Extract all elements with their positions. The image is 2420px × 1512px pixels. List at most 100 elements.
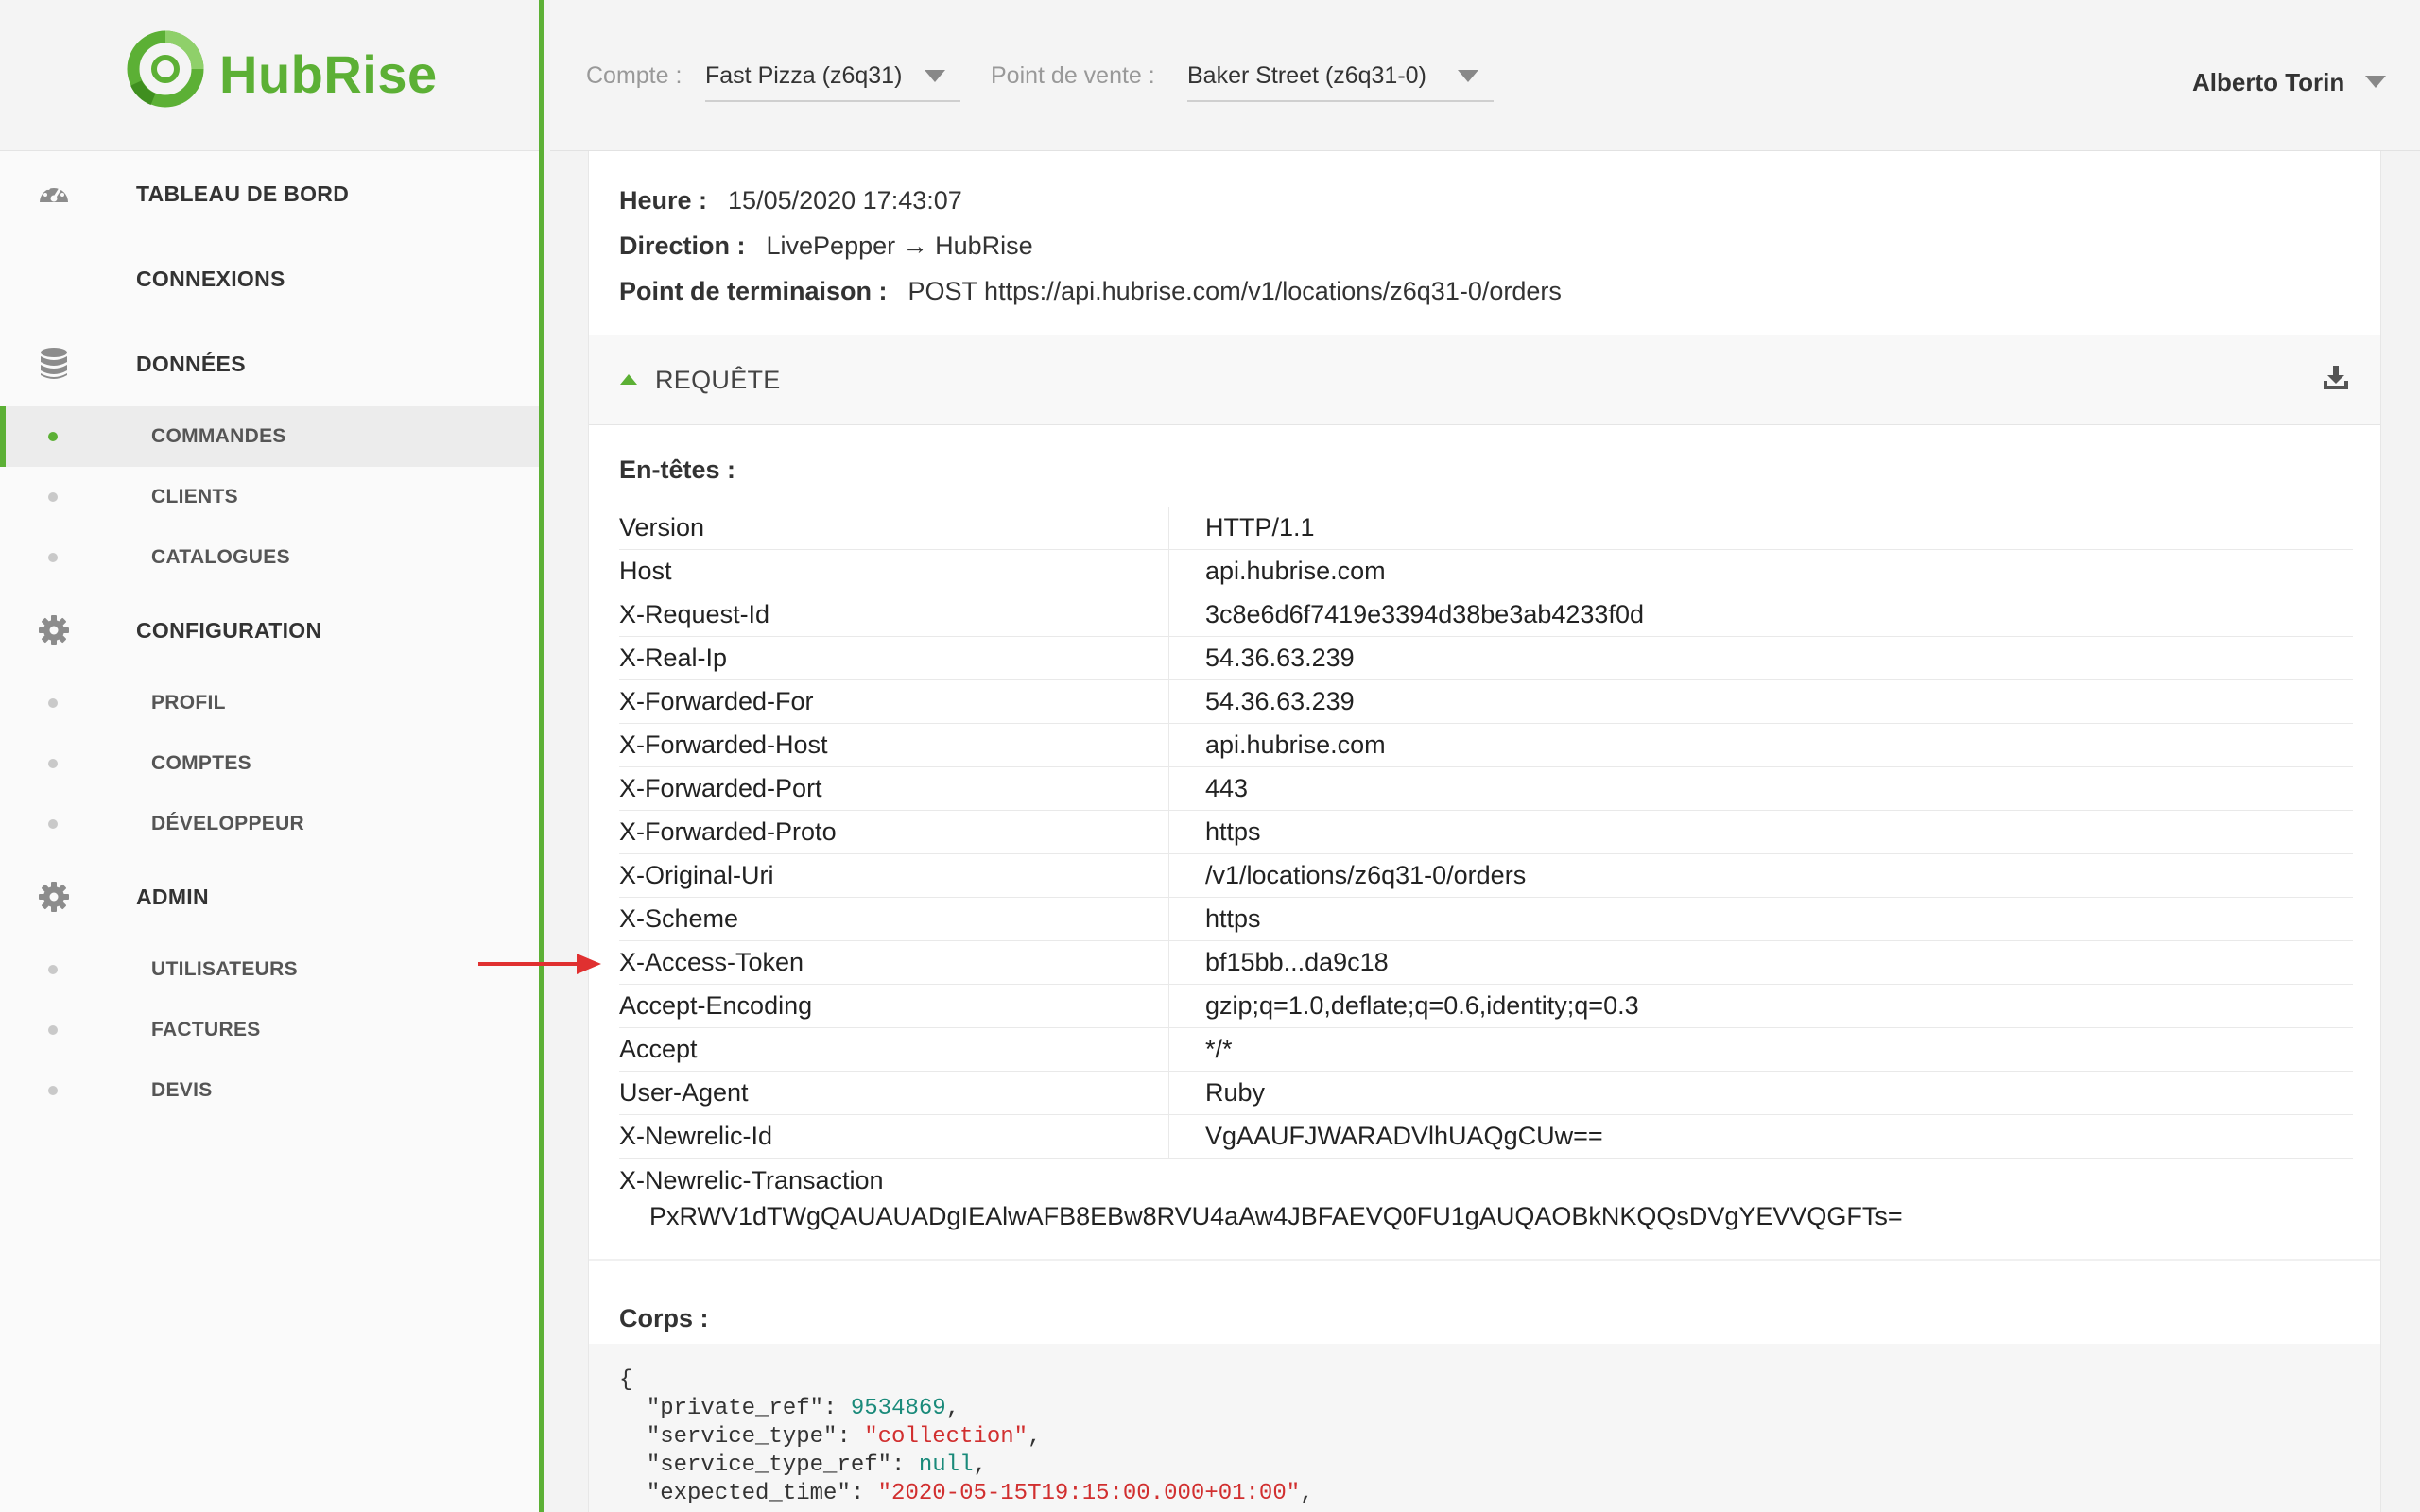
code-line: "expected_time": "2020-05-15T19:15:00.00…: [646, 1481, 1314, 1506]
body-title: Corps :: [619, 1304, 709, 1332]
chevron-down-icon[interactable]: [2365, 76, 2386, 88]
direction-label: Direction :: [619, 231, 746, 260]
chevron-down-icon: [1458, 70, 1478, 82]
body-code-block: { "private_ref": 9534869, "service_type"…: [589, 1344, 2380, 1512]
header-value: gzip;q=1.0,deflate;q=0.6,identity;q=0.3: [1205, 991, 1639, 1020]
headers-title: En-têtes :: [619, 455, 736, 484]
header-value: 54.36.63.239: [1205, 687, 1355, 715]
sidebar-item-label: DÉVELOPPEUR: [151, 813, 304, 834]
header-key: Accept: [619, 1028, 1169, 1071]
header-value: 3c8e6d6f7419e3394d38be3ab4233f0d: [1205, 600, 1644, 628]
header-key: X-Original-Uri: [619, 854, 1169, 897]
sidebar-item-label: FACTURES: [151, 1019, 261, 1040]
sidebar-item-label: UTILISATEURS: [151, 958, 298, 980]
log-detail-panel: Heure : 15/05/2020 17:43:07 Direction : …: [588, 151, 2381, 1512]
log-meta: Heure : 15/05/2020 17:43:07 Direction : …: [619, 178, 1562, 314]
hubrise-logo-icon: [127, 30, 204, 108]
sidebar-item-label: CATALOGUES: [151, 546, 290, 568]
sidebar-section-configuration[interactable]: CONFIGURATION: [0, 588, 539, 673]
header-key: X-Forwarded-Port: [619, 767, 1169, 810]
endpoint-row: Point de terminaison : POST https://api.…: [619, 268, 1562, 314]
endpoint-label: Point de terminaison :: [619, 276, 888, 305]
download-icon[interactable]: [2322, 364, 2350, 392]
sidebar-section-label: ADMIN: [136, 884, 209, 909]
sidebar-item-invoices[interactable]: FACTURES: [0, 1000, 539, 1060]
sidebar-item-dashboard[interactable]: TABLEAU DE BORD: [0, 151, 539, 236]
gear-icon: [39, 615, 69, 645]
header-key: X-Forwarded-For: [619, 680, 1169, 723]
caret-up-icon: [620, 374, 637, 385]
header-value: api.hubrise.com: [1205, 730, 1386, 759]
sidebar-section-admin[interactable]: ADMIN: [0, 854, 539, 939]
database-icon: [41, 348, 67, 379]
location-select[interactable]: Baker Street (z6q31-0): [1187, 59, 1494, 102]
header-value: HTTP/1.1: [1205, 513, 1315, 541]
bullet-icon: [48, 965, 58, 974]
time-row: Heure : 15/05/2020 17:43:07: [619, 178, 1562, 223]
header-value: api.hubrise.com: [1205, 557, 1386, 585]
dashboard-gauge-icon: [40, 183, 68, 202]
header-key: X-Request-Id: [619, 593, 1169, 636]
sidebar-item-label: CONNEXIONS: [136, 266, 285, 291]
header-key: X-Forwarded-Proto: [619, 811, 1169, 853]
chevron-down-icon: [925, 70, 945, 82]
code-line: "service_type_ref": null,: [646, 1452, 987, 1478]
header-key: Accept-Encoding: [619, 985, 1169, 1027]
sidebar-item-orders[interactable]: COMMANDES: [0, 406, 539, 467]
header-key: Version: [619, 507, 1169, 549]
sidebar-item-label: DEVIS: [151, 1079, 213, 1101]
bullet-icon: [48, 819, 58, 829]
sidebar-section-data[interactable]: DONNÉES: [0, 321, 539, 406]
header-key: Host: [619, 550, 1169, 593]
header-row: User-Agent Ruby: [619, 1072, 2353, 1115]
direction-row: Direction : LivePepper → HubRise: [619, 223, 1562, 268]
header-row: X-Forwarded-For 54.36.63.239: [619, 680, 2353, 724]
header-value: VgAAUFJWARADVlhUAQgCUw==: [1205, 1122, 1603, 1150]
sidebar-item-quotes[interactable]: DEVIS: [0, 1060, 539, 1121]
header-value: https: [1205, 817, 1261, 846]
bullet-icon: [48, 492, 58, 502]
header-row: X-Forwarded-Port 443: [619, 767, 2353, 811]
location-label: Point de vente :: [991, 62, 1155, 89]
header-key: X-Newrelic-Id: [619, 1115, 1169, 1158]
header-value: bf15bb...da9c18: [1205, 948, 1389, 976]
account-label: Compte :: [586, 62, 683, 89]
header-key: X-Scheme: [619, 898, 1169, 940]
header-value: /v1/locations/z6q31-0/orders: [1205, 861, 1527, 889]
header-value: https: [1205, 904, 1261, 933]
headers-table: Version HTTP/1.1 Host api.hubrise.com X-Requ…: [619, 507, 2353, 1234]
request-section-label: REQUÊTE: [655, 366, 781, 394]
header-row: Version HTTP/1.1: [619, 507, 2353, 550]
header-row: X-Forwarded-Proto https: [619, 811, 2353, 854]
location-select-value: Baker Street (z6q31-0): [1187, 62, 1426, 89]
sidebar-item-developer[interactable]: DÉVELOPPEUR: [0, 794, 539, 854]
header-row: Accept-Encoding gzip;q=1.0,deflate;q=0.6,…: [619, 985, 2353, 1028]
sidebar-item-profile[interactable]: PROFIL: [0, 673, 539, 733]
time-label: Heure :: [619, 185, 708, 215]
sidebar-item-accounts[interactable]: COMPTES: [0, 733, 539, 794]
sidebar-item-connections[interactable]: CONNEXIONS: [0, 236, 539, 321]
logo-area: HubRise: [0, 0, 539, 151]
bullet-icon: [48, 1025, 58, 1035]
header-row: X-Real-Ip 54.36.63.239: [619, 637, 2353, 680]
account-select[interactable]: Fast Pizza (z6q31): [705, 59, 960, 102]
sidebar-item-label: PROFIL: [151, 692, 226, 713]
header-row: Host api.hubrise.com: [619, 550, 2353, 593]
section-divider: [589, 1259, 2380, 1261]
header-row: X-Forwarded-Host api.hubrise.com: [619, 724, 2353, 767]
sidebar: HubRise TABLEAU DE BORD CONNEXIONS DONNÉ…: [0, 0, 544, 1512]
account-select-value: Fast Pizza (z6q31): [705, 62, 903, 89]
header-row: X-Original-Uri/v1/locations/z6q31-0/orde…: [619, 854, 2353, 898]
bullet-icon: [48, 759, 58, 768]
header-row: X-Request-Id 3c8e6d6f7419e3394d38be3ab423…: [619, 593, 2353, 637]
top-header: Compte : Fast Pizza (z6q31) Point de ven…: [550, 0, 2420, 151]
gear-icon: [39, 882, 69, 912]
sidebar-item-label: TABLEAU DE BORD: [136, 180, 350, 206]
bullet-icon: [48, 553, 58, 562]
sidebar-item-users[interactable]: UTILISATEURS: [0, 939, 539, 1000]
request-section-toggle[interactable]: REQUÊTE: [589, 335, 2380, 425]
user-menu[interactable]: Alberto Torin: [2192, 68, 2344, 97]
header-key: X-Access-Token: [619, 941, 1169, 984]
sidebar-item-catalogs[interactable]: CATALOGUES: [0, 527, 539, 588]
sidebar-item-customers[interactable]: CLIENTS: [0, 467, 539, 527]
